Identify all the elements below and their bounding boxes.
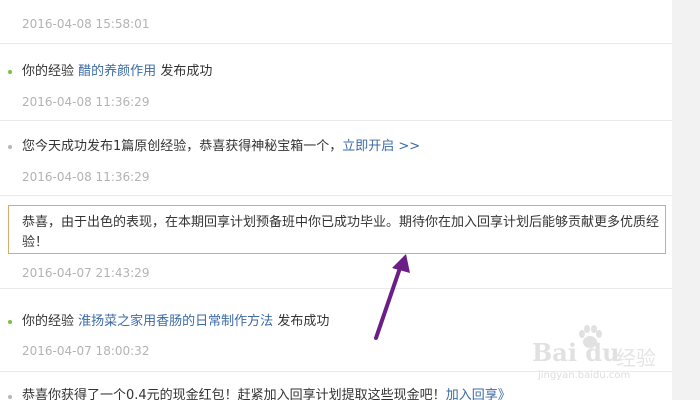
watermark-url: jingyan.baidu.com xyxy=(538,370,631,381)
graduation-message-text: 恭喜，由于出色的表现，在本期回享计划预备班中你已成功毕业。期待你在加入回享计划后… xyxy=(22,215,660,250)
message-prefix: 你的经验 xyxy=(22,314,75,329)
watermark-brand-cn: 经验 xyxy=(616,346,656,370)
bullet-dot-icon xyxy=(8,145,12,149)
message-text: 你的经验 淮扬菜之家用香肠的日常制作方法 发布成功 xyxy=(22,313,329,331)
message-time: 2016-04-08 15:58:01 xyxy=(22,17,150,31)
message-body: 您今天成功发布1篇原创经验，恭喜获得神秘宝箱一个， xyxy=(22,139,343,154)
message-time: 2016-04-08 11:36:29 xyxy=(22,170,150,184)
open-box-link[interactable]: 立即开启 >> xyxy=(342,139,420,154)
message-prefix: 你的经验 xyxy=(22,64,75,79)
message-body: 恭喜你获得了一个0.4元的现金红包！赶紧加入回享计划提取这些现金吧！ xyxy=(22,388,446,400)
message-suffix: 发布成功 xyxy=(277,314,330,329)
message-time: 2016-04-08 11:36:29 xyxy=(22,95,150,109)
message-text: 你的经验 醋的养颜作用 发布成功 xyxy=(22,63,212,81)
paw-icon xyxy=(579,325,602,348)
message-center-page: 2016-04-08 15:58:01 你的经验 醋的养颜作用 发布成功 201… xyxy=(0,0,700,400)
message-time: 2016-04-07 21:43:29 xyxy=(22,266,150,280)
message-suffix: 发布成功 xyxy=(160,64,213,79)
experience-link[interactable]: 醋的养颜作用 xyxy=(78,64,156,79)
bullet-dot-icon xyxy=(8,395,12,399)
message-text: 恭喜你获得了一个0.4元的现金红包！赶紧加入回享计划提取这些现金吧！加入回享》 xyxy=(22,387,511,400)
list-item: 您今天成功发布1篇原创经验，恭喜获得神秘宝箱一个，立即开启 >> 2016-04… xyxy=(0,121,672,196)
experience-link[interactable]: 淮扬菜之家用香肠的日常制作方法 xyxy=(78,314,273,329)
bullet-dot-icon xyxy=(8,320,12,324)
list-item: 2016-04-08 15:58:01 xyxy=(0,0,672,44)
join-plan-link[interactable]: 加入回享》 xyxy=(446,388,511,400)
message-text: 您今天成功发布1篇原创经验，恭喜获得神秘宝箱一个，立即开启 >> xyxy=(22,138,420,156)
baidu-jingyan-watermark: Bai du 经验 jingyan.baidu.com xyxy=(532,324,682,384)
message-time: 2016-04-07 18:00:32 xyxy=(22,344,150,358)
bullet-dot-icon xyxy=(8,70,12,74)
highlighted-message: 恭喜，由于出色的表现，在本期回享计划预备班中你已成功毕业。期待你在加入回享计划后… xyxy=(8,205,666,254)
list-item: 你的经验 醋的养颜作用 发布成功 2016-04-08 11:36:29 xyxy=(0,44,672,121)
